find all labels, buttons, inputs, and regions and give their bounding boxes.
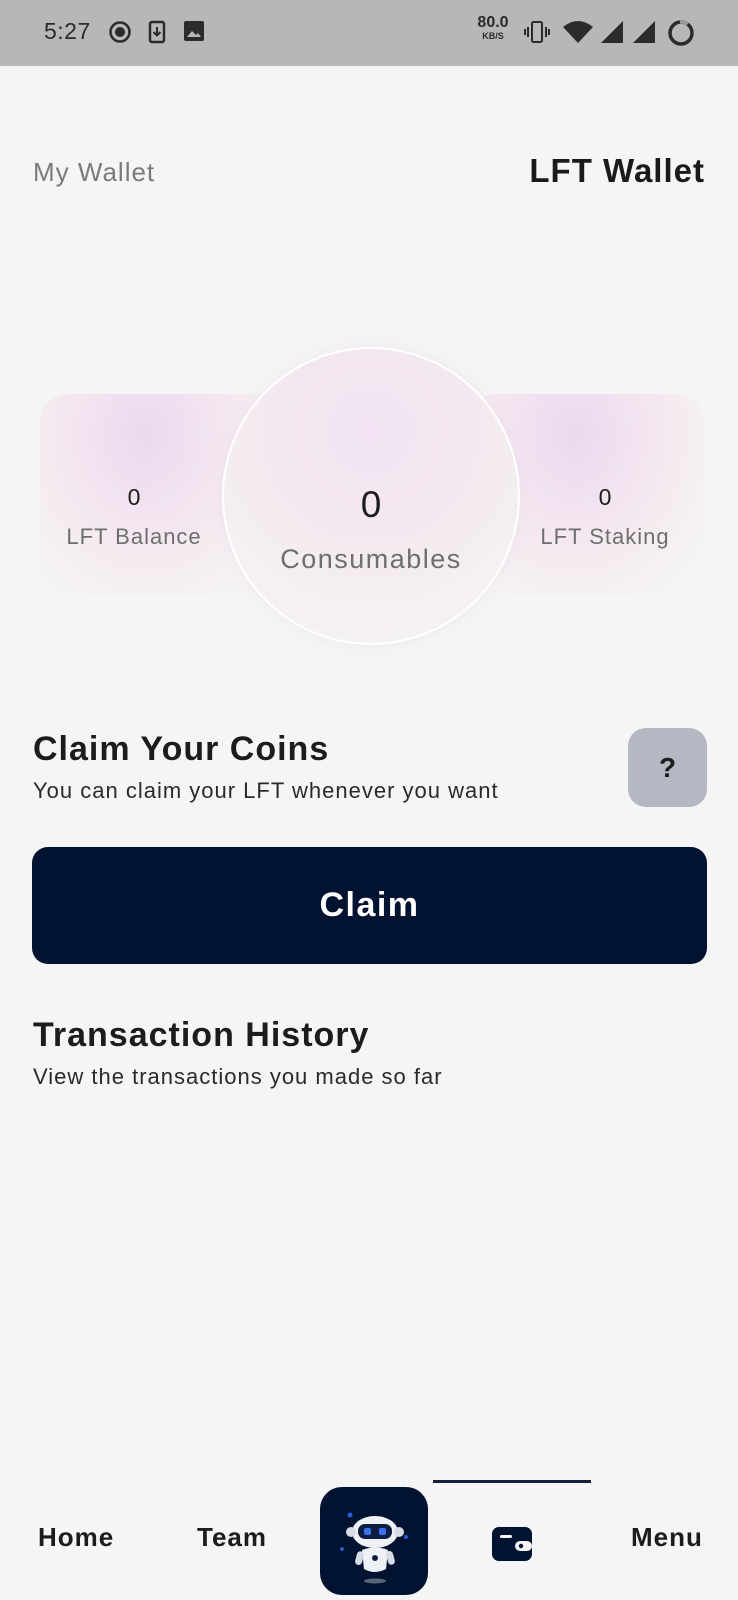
help-button[interactable]: ? <box>628 728 707 807</box>
lft-balance-label: LFT Balance <box>66 524 202 549</box>
nav-home[interactable]: Home <box>38 1522 114 1553</box>
nav-team[interactable]: Team <box>197 1522 267 1553</box>
status-bar: 5:27 80.0 KB/S <box>0 0 738 66</box>
lft-staking-value: 0 <box>598 484 612 510</box>
transaction-history-subtitle: View the transactions you made so far <box>33 1064 443 1089</box>
robot-icon <box>340 1512 408 1584</box>
nav-robot-button[interactable] <box>320 1487 428 1595</box>
signal-icon <box>600 20 624 49</box>
status-time: 5:27 <box>44 18 91 44</box>
vibrate-icon <box>524 20 550 49</box>
claim-section-subtitle: You can claim your LFT whenever you want <box>33 778 499 803</box>
network-speed-unit: KB/S <box>482 31 504 41</box>
claim-section-title: Claim Your Coins <box>33 730 330 768</box>
nav-wallet[interactable] <box>491 1526 533 1562</box>
consumables-label: Consumables <box>280 544 462 574</box>
my-wallet-link[interactable]: My Wallet <box>33 157 155 188</box>
image-icon <box>183 20 205 47</box>
claim-button-label: Claim <box>319 886 420 924</box>
wifi-icon <box>562 20 594 49</box>
consumables-circle: 0 Consumables <box>222 347 520 645</box>
nav-menu[interactable]: Menu <box>631 1522 703 1553</box>
help-button-label: ? <box>658 751 677 783</box>
signal-icon <box>632 20 656 49</box>
page-title: LFT Wallet <box>529 152 705 189</box>
record-icon <box>108 20 132 49</box>
battery-ring-icon <box>667 19 695 52</box>
network-speed: 80.0 KB/S <box>474 15 512 41</box>
download-icon <box>148 20 166 49</box>
transaction-history-title: Transaction History <box>33 1016 370 1054</box>
active-tab-indicator <box>433 1480 591 1483</box>
lft-staking-label: LFT Staking <box>540 524 670 549</box>
lft-balance-value: 0 <box>127 484 141 510</box>
wallet-icon <box>492 1527 532 1561</box>
consumables-value: 0 <box>360 484 382 525</box>
claim-button[interactable]: Claim <box>32 847 707 964</box>
network-speed-value: 80.0 <box>477 14 509 31</box>
